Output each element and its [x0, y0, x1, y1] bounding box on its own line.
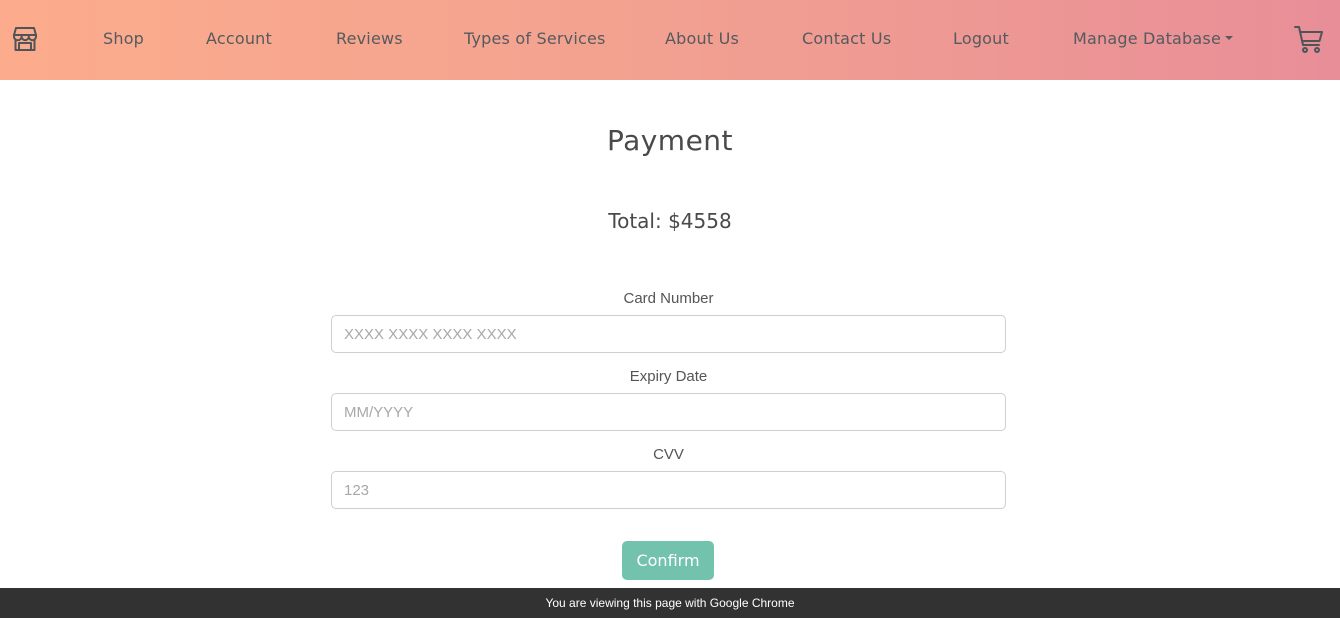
card-number-input[interactable]	[331, 315, 1006, 353]
nav-types-of-services[interactable]: Types of Services	[464, 29, 606, 48]
order-total: Total: $4558	[608, 209, 732, 233]
expiry-date-input[interactable]	[331, 393, 1006, 431]
browser-notice-text: You are viewing this page with Google Ch…	[545, 596, 795, 610]
nav-logout[interactable]: Logout	[953, 29, 1009, 48]
browser-notice-bar: You are viewing this page with Google Ch…	[0, 588, 1340, 618]
page-title: Payment	[606, 124, 734, 157]
nav-contact-us[interactable]: Contact Us	[802, 29, 891, 48]
expiry-date-label: Expiry Date	[629, 368, 708, 385]
nav-reviews[interactable]: Reviews	[336, 29, 403, 48]
cvv-input[interactable]	[331, 471, 1006, 509]
card-number-label: Card Number	[623, 290, 714, 307]
cart-icon[interactable]	[1293, 23, 1325, 55]
caret-down-icon	[1224, 35, 1233, 40]
nav-account[interactable]: Account	[206, 29, 272, 48]
nav-manage-database-label: Manage Database	[1073, 29, 1221, 48]
navbar: Shop Account Reviews Types of Services A…	[0, 0, 1340, 80]
nav-manage-database-dropdown[interactable]: Manage Database	[1073, 29, 1233, 48]
nav-shop[interactable]: Shop	[103, 29, 144, 48]
nav-about-us[interactable]: About Us	[665, 29, 739, 48]
confirm-button[interactable]: Confirm	[622, 541, 714, 580]
cvv-label: CVV	[653, 446, 684, 463]
nav-links: Shop Account Reviews Types of Services A…	[0, 0, 1340, 80]
